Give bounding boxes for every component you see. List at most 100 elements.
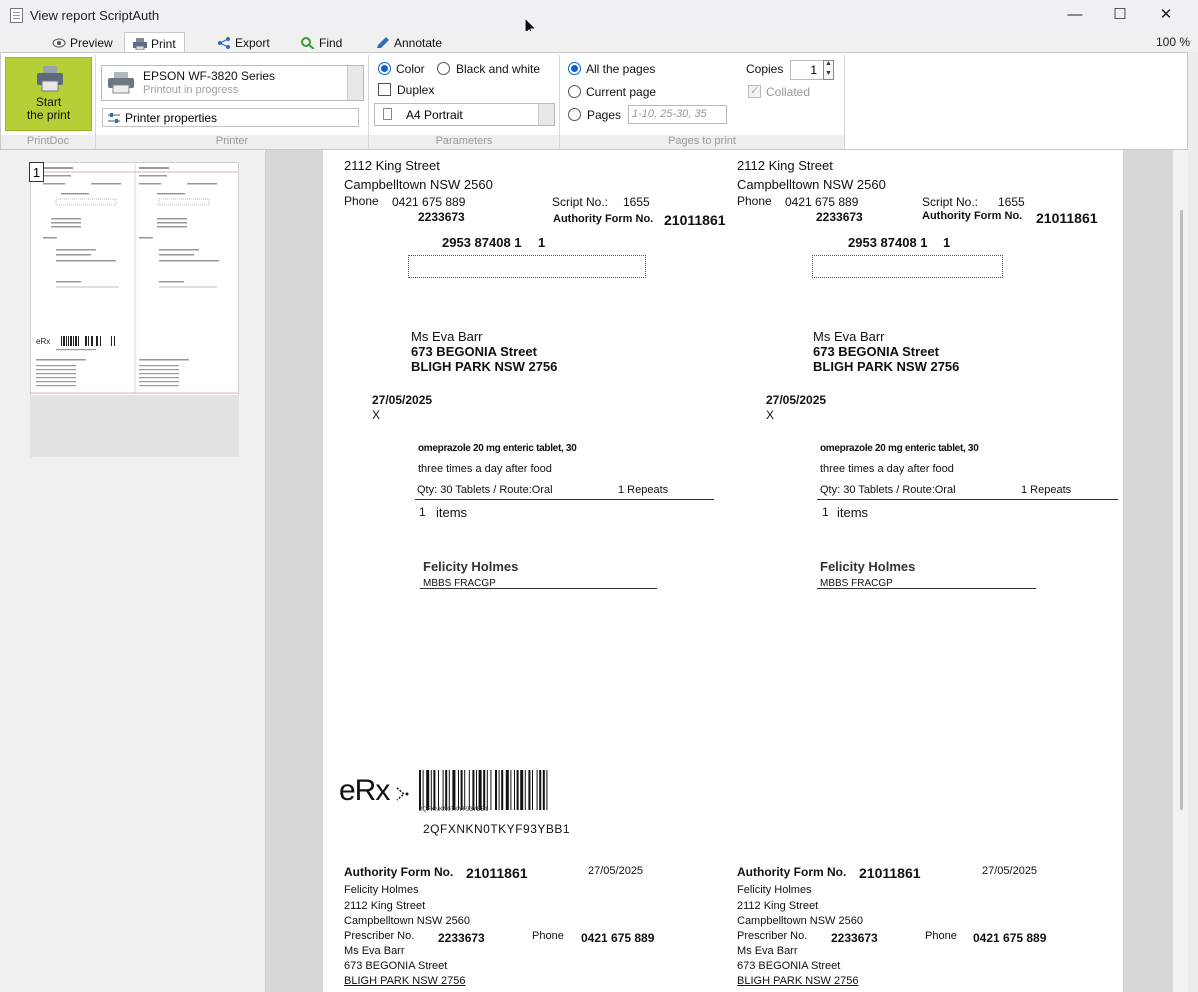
- collated-checkbox[interactable]: [748, 84, 761, 98]
- patient-name: Ms Eva Barr: [411, 329, 483, 344]
- printer-select[interactable]: EPSON WF-3820 Series Printout in progres…: [101, 65, 364, 101]
- tab-export-label: Export: [235, 36, 270, 50]
- barcode-small-text: 2QFXNKN0TKYF93YBB1: [419, 807, 489, 813]
- authority-form-label: Authority Form No.: [922, 210, 1023, 222]
- print-ribbon: Start the print PrintDoc EPSON WF-3820 S…: [0, 52, 1188, 150]
- prescriber-number: 2233673: [418, 210, 465, 224]
- tab-preview-label: Preview: [70, 36, 113, 50]
- erx-barcode: [419, 770, 548, 810]
- patient-suburb: BLIGH PARK NSW 2756: [813, 359, 960, 374]
- authority-copy-number: 21011861: [859, 865, 921, 881]
- authority-copy-phone: 0421 675 889: [973, 931, 1047, 945]
- authority-copy-patient-suburb: BLIGH PARK NSW 2756: [344, 975, 466, 987]
- authority-copy-doctor: Felicity Holmes: [344, 884, 419, 896]
- authority-copy-title: Authority Form No.: [344, 865, 454, 879]
- pages-range-input[interactable]: 1-10, 25-30, 35: [628, 105, 727, 124]
- eye-icon: [52, 38, 66, 48]
- tab-print[interactable]: Print: [124, 32, 185, 54]
- script-no: 1655: [623, 195, 650, 209]
- drug-name: omeprazole 20 mg enteric tablet, 30: [418, 443, 577, 454]
- paper-format-value: A4 Portrait: [406, 108, 463, 122]
- authority-copy-prescriber-label: Prescriber No.: [737, 930, 808, 942]
- authority-copy-prescriber-no: 2233673: [438, 931, 485, 945]
- authority-copy-street: 2112 King Street: [344, 900, 426, 912]
- document-icon: [10, 8, 23, 23]
- divider: [415, 499, 714, 500]
- prescriber-suburb: Campbelltown NSW 2560: [344, 177, 493, 192]
- black-white-radio[interactable]: [437, 62, 450, 75]
- drug-name: omeprazole 20 mg enteric tablet, 30: [820, 443, 979, 454]
- all-pages-label: All the pages: [586, 62, 656, 76]
- tab-preview[interactable]: Preview: [44, 32, 121, 53]
- printer-select-scrollbar[interactable]: [347, 66, 363, 100]
- authority-copy-prescriber-no: 2233673: [831, 931, 878, 945]
- thumbnail-pane: eRx 1: [0, 150, 266, 992]
- script-no: 1655: [998, 195, 1025, 209]
- items-label: items: [837, 505, 869, 520]
- copies-spinner[interactable]: [823, 60, 834, 80]
- authority-copy-number: 21011861: [466, 865, 528, 881]
- report-page: 2112 King Street Campbelltown NSW 2560 P…: [323, 150, 1123, 992]
- group-label-printdoc: PrintDoc: [1, 135, 95, 149]
- current-page-radio[interactable]: [568, 85, 581, 98]
- authority-copy-phone-label: Phone: [532, 930, 564, 942]
- script-no-label: Script No.:: [922, 195, 979, 209]
- doctor-name: Felicity Holmes: [820, 559, 916, 574]
- background-window-edge: [1188, 52, 1198, 992]
- svg-text:eRx: eRx: [36, 337, 50, 346]
- printer-icon: [37, 66, 63, 92]
- copies-input[interactable]: 1: [790, 60, 824, 80]
- patient-street: 673 BEGONIA Street: [813, 344, 939, 359]
- group-label-parameters: Parameters: [369, 135, 559, 149]
- tab-export[interactable]: Export: [209, 32, 278, 53]
- medicare-number: 2953 87408 1: [442, 235, 522, 250]
- thumbnail-lower-area: [30, 395, 239, 457]
- prescriber-street: 2112 King Street: [737, 158, 833, 173]
- thumbnail-page-number: 1: [29, 162, 44, 182]
- repeats: 1 Repeats: [1021, 484, 1072, 496]
- authority-copy-patient-street: 673 BEGONIA Street: [344, 960, 448, 972]
- title-bar: View report ScriptAuth — ☐ ✕: [0, 0, 1198, 38]
- group-separator: [844, 55, 845, 149]
- window-title: View report ScriptAuth: [30, 8, 160, 23]
- paper-format-dropdown-button[interactable]: [538, 104, 554, 125]
- quantity-route: Qty: 30 Tablets / Route:Oral: [820, 484, 956, 496]
- authority-copy-patient-name: Ms Eva Barr: [344, 945, 405, 957]
- items-count: 1: [822, 505, 829, 519]
- authority-copy-suburb: Campbelltown NSW 2560: [344, 915, 470, 927]
- authority-copy-suburb: Campbelltown NSW 2560: [737, 915, 863, 927]
- dotted-field: [408, 255, 646, 278]
- items-label: items: [436, 505, 468, 520]
- prescriber-number: 2233673: [816, 210, 863, 224]
- report-viewer-window: View report ScriptAuth — ☐ ✕ Preview Pri…: [0, 0, 1198, 992]
- paper-format-select[interactable]: A4 Portrait: [374, 103, 555, 126]
- printer-properties-button[interactable]: Printer properties: [102, 108, 359, 127]
- minimize-button[interactable]: —: [1052, 0, 1098, 31]
- doctor-name: Felicity Holmes: [423, 559, 519, 574]
- collated-label: Collated: [766, 85, 811, 99]
- authority-copy-street: 2112 King Street: [737, 900, 819, 912]
- quantity-route: Qty: 30 Tablets / Route:Oral: [417, 484, 553, 496]
- viewer-scroll-thumb[interactable]: [1180, 210, 1183, 810]
- tab-annotate[interactable]: Annotate: [368, 32, 450, 53]
- close-button[interactable]: ✕: [1143, 0, 1189, 31]
- all-pages-radio[interactable]: [568, 62, 581, 75]
- medicare-number: 2953 87408 1: [848, 235, 928, 250]
- tab-find[interactable]: Find: [293, 32, 350, 53]
- duplex-checkbox[interactable]: [378, 83, 391, 96]
- color-radio[interactable]: [378, 62, 391, 75]
- tab-strip: Preview Print Export Find Annotate: [0, 31, 1198, 54]
- authority-copy-patient-suburb: BLIGH PARK NSW 2756: [737, 975, 859, 987]
- erx-token: 2QFXNKN0TKYF93YBB1: [423, 822, 571, 836]
- phone-number: 0421 675 889: [392, 195, 466, 209]
- pages-range-radio[interactable]: [568, 108, 581, 121]
- prescriber-street: 2112 King Street: [344, 158, 440, 173]
- start-print-button[interactable]: Start the print: [5, 57, 92, 131]
- prescriber-suburb: Campbelltown NSW 2560: [737, 177, 886, 192]
- prescription-date: 27/05/2025: [766, 393, 827, 407]
- copies-label: Copies: [746, 62, 784, 76]
- pages-range-label: Pages: [587, 108, 622, 122]
- divider: [817, 499, 1118, 500]
- black-white-label: Black and white: [456, 62, 541, 76]
- maximize-button[interactable]: ☐: [1097, 0, 1143, 31]
